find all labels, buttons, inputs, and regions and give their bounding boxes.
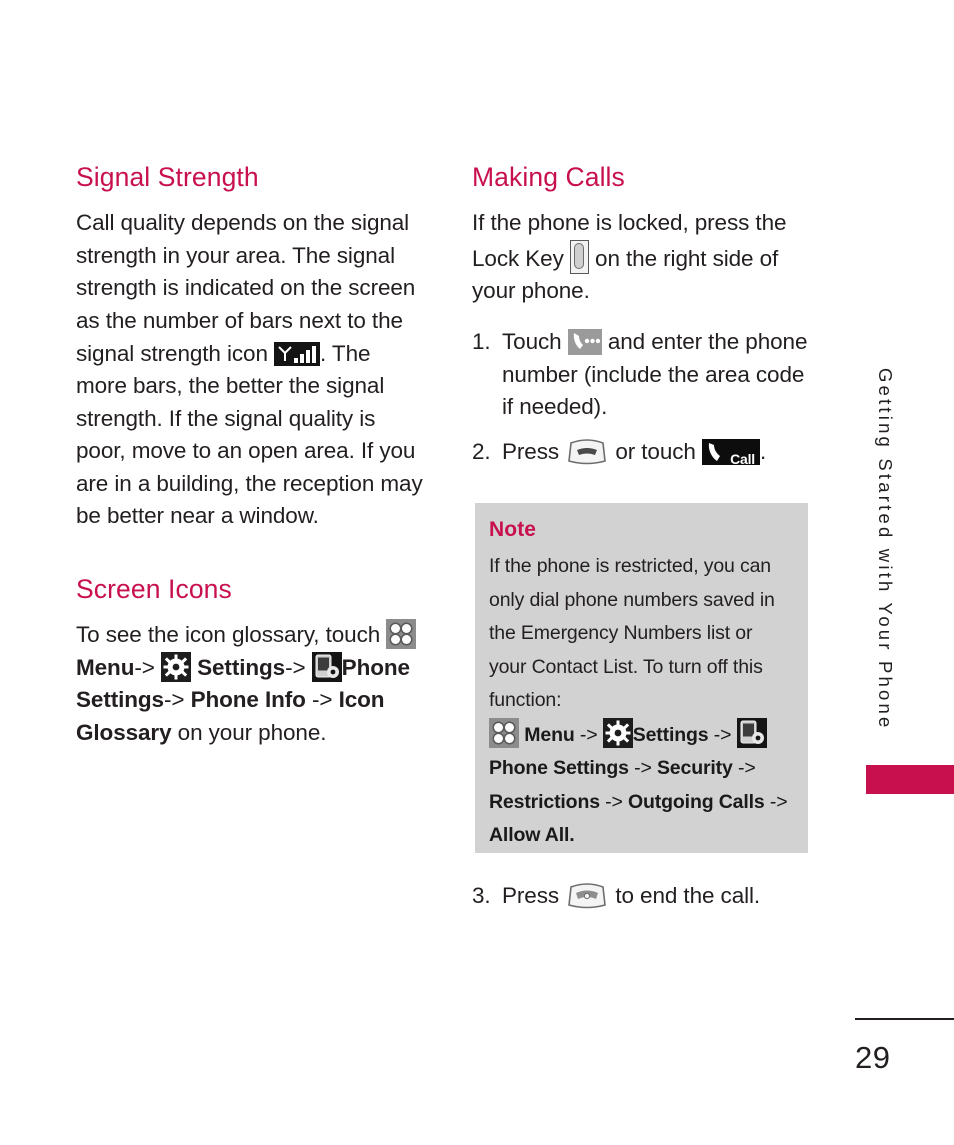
dialpad-touch-icon <box>567 328 602 355</box>
chapter-side-tab-label: Getting Started with Your Phone <box>875 368 896 731</box>
menu-grid-icon <box>386 619 417 650</box>
note-arrow-2: -> <box>708 723 737 746</box>
signal-strength-heading: Signal Strength <box>76 162 259 192</box>
note-arrow-3: -> <box>628 757 657 779</box>
arrow-1: -> <box>134 654 161 680</box>
note-allow-all-label: Allow All. <box>489 824 575 846</box>
note-security-label: Security <box>656 757 733 779</box>
note-box: Note If the phone is restricted, you can… <box>475 503 808 853</box>
arrow-2: -> <box>285 654 312 680</box>
call-button-label: Call <box>730 450 755 467</box>
step-3-text-after: to end the call. <box>609 883 761 908</box>
left-column: Signal Strength Call quality depends on … <box>76 162 424 750</box>
menu-label: Menu <box>76 654 135 680</box>
phone-settings-icon <box>736 717 767 748</box>
settings-label: Settings <box>197 654 286 680</box>
step-2-text-middle: or touch <box>609 438 702 464</box>
send-key-icon <box>565 437 609 467</box>
step-1-text-before: Touch <box>502 328 568 354</box>
note-path: Menu -> Settings -> Phone Settings -> Se… <box>489 717 792 853</box>
note-restrictions-label: Restrictions <box>489 790 600 813</box>
screen-icons-tail: on your phone. <box>171 720 327 745</box>
note-settings-label: Settings <box>632 723 709 746</box>
menu-grid-icon <box>489 717 519 748</box>
phone-settings-icon <box>311 651 342 682</box>
step-3: 3. Press to end the call. <box>472 880 820 913</box>
step-1-number: 1. <box>472 328 491 354</box>
screen-icons-intro: To see the icon glossary, touch <box>76 622 387 648</box>
end-key-icon <box>565 881 609 911</box>
step-3-text-before: Press <box>502 883 566 908</box>
step-2-text-after: . <box>759 438 767 464</box>
signal-strength-icon <box>274 341 321 366</box>
step-3-number: 3. <box>472 883 491 908</box>
signal-strength-text-after: . The more bars, the better the signal s… <box>76 340 423 529</box>
screen-icons-heading: Screen Icons <box>76 574 232 605</box>
note-body: If the phone is restricted, you can only… <box>489 555 775 711</box>
note-title: Note <box>489 518 537 541</box>
step-1: 1. Touch and enter the phone number (incl… <box>472 326 820 424</box>
lock-key-icon <box>569 239 589 274</box>
call-button-icon: Call <box>701 438 760 467</box>
chapter-side-tab-marker <box>866 765 954 794</box>
making-calls-intro: If the phone is locked, press the Lock K… <box>472 207 820 308</box>
note-arrow-1: -> <box>574 723 603 746</box>
settings-gear-icon <box>160 651 191 682</box>
note-arrow-4: -> <box>732 757 756 779</box>
right-column: Making Calls If the phone is locked, pre… <box>472 162 820 480</box>
page-number: 29 <box>855 1040 891 1075</box>
signal-strength-paragraph: Call quality depends on the signal stren… <box>76 207 424 533</box>
step-2: 2. Press or touch Call. <box>472 436 820 469</box>
note-arrow-6: -> <box>764 790 788 813</box>
note-arrow-5: -> <box>599 790 629 813</box>
note-phone-settings-label: Phone Settings <box>489 757 629 779</box>
step-2-text-before: Press <box>502 438 566 464</box>
note-outgoing-calls-label: Outgoing Calls <box>628 790 765 813</box>
screen-icons-paragraph: To see the icon glossary, touch Menu-> S… <box>76 619 424 749</box>
manual-page: Signal Strength Call quality depends on … <box>0 0 954 1145</box>
settings-gear-icon <box>602 717 633 748</box>
step-2-number: 2. <box>472 438 491 464</box>
arrow-4: -> <box>305 687 339 713</box>
making-calls-steps: 1. Touch and enter the phone number (incl… <box>472 326 820 468</box>
footer-divider <box>855 1018 954 1020</box>
phone-info-label: Phone Info <box>190 687 306 713</box>
note-menu-label: Menu <box>524 723 575 746</box>
making-calls-heading: Making Calls <box>472 162 625 192</box>
arrow-3: -> <box>163 687 191 713</box>
